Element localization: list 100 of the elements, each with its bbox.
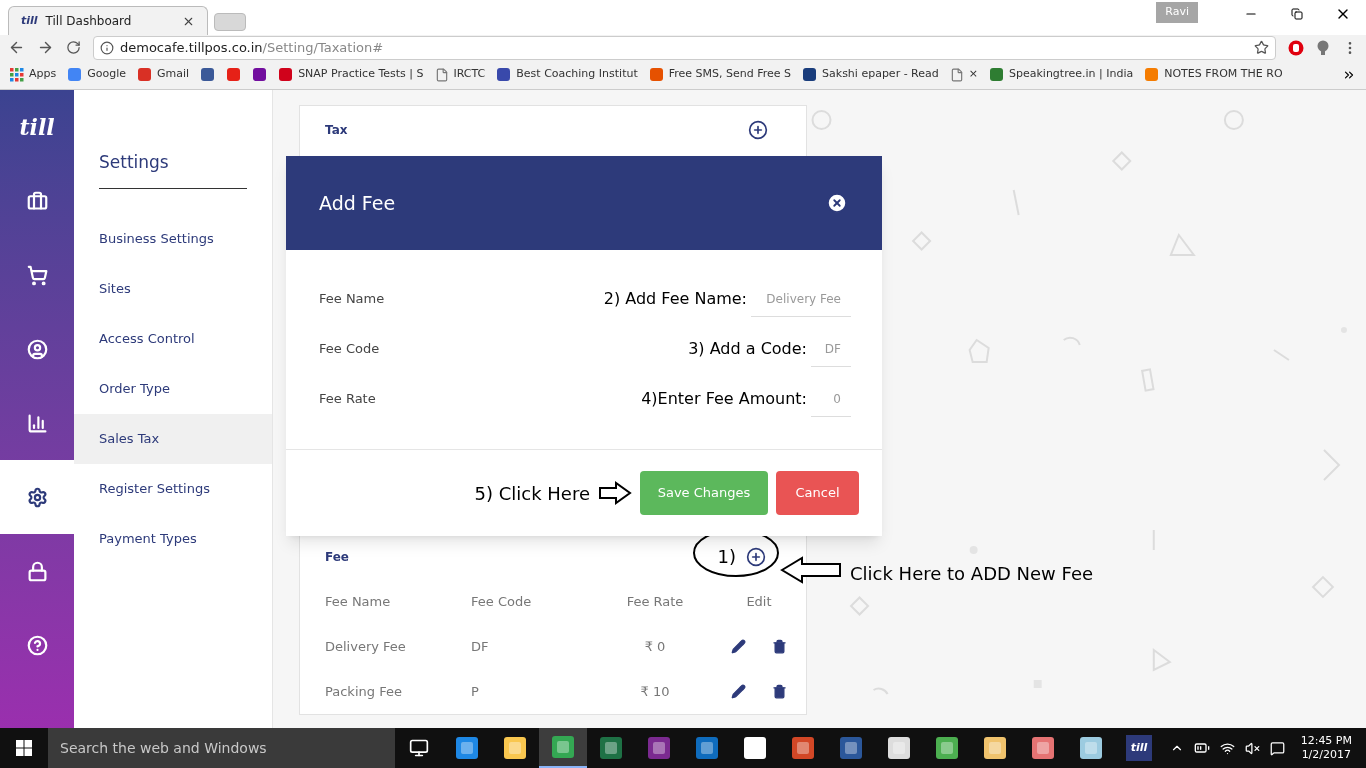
settings-menu-item[interactable]: Access Control [74,313,272,364]
task-view-icon[interactable] [409,738,429,758]
bookmark-item[interactable]: NOTES FROM THE RO [1144,66,1283,83]
bookmark-item[interactable]: Best Coaching Institut [496,66,638,83]
bookmark-icon [496,67,512,82]
bulb-icon[interactable] [1316,39,1330,56]
bookmark-item[interactable]: Speakingtree.in | India [989,66,1134,83]
table-cell-text: Delivery Fee [324,637,407,656]
taskbar-button[interactable]: till [1115,728,1163,768]
nav-rail-item[interactable] [0,460,74,534]
app-icon[interactable] [982,735,1008,761]
delete-icon[interactable] [772,684,787,699]
close-icon[interactable] [826,192,848,214]
table-cell-text: ₹ 10 [639,682,671,701]
add-fee-icon[interactable] [746,546,766,567]
bookmark-item[interactable] [252,67,268,82]
annotation-text: 2) Add Fee Name: [603,288,747,310]
bookmark-icon [67,67,83,82]
app-icon[interactable] [598,735,624,761]
clock-date[interactable]: 1/2/2017 [1301,748,1352,762]
edit-icon[interactable] [731,639,746,654]
app-icon[interactable] [694,735,720,761]
app-icon[interactable] [1030,735,1056,761]
battery-icon[interactable] [1193,740,1210,756]
table-cell-text: P [471,682,480,701]
tax-title: Tax [325,122,348,140]
bookmark-item[interactable]: Google [67,66,127,83]
bookmark-icon [200,67,216,82]
clock-time[interactable]: 12:45 PM [1300,734,1352,748]
annotation-text: 5) Click Here [474,481,590,506]
chart-icon [26,412,48,434]
bookmark-item[interactable] [226,67,242,82]
cancel-button[interactable]: Cancel [776,471,859,515]
field-label: Fee Rate [319,390,377,409]
settings-title: Settings [99,152,169,172]
column-header: Fee Rate [625,592,685,611]
table-cell-text: ₹ 0 [643,637,667,656]
annotation-arrow [598,481,632,505]
app-icon[interactable] [454,735,480,761]
url-text: democafe.tillpos.co.in/Setting/Taxation# [120,38,385,57]
windows-logo-icon[interactable] [16,740,32,756]
cart-icon [26,264,48,286]
settings-menu-item[interactable]: Payment Types [74,513,272,564]
annotation-text: 3) Add a Code: [688,338,807,360]
settings-menu-item[interactable]: Business Settings [74,213,272,264]
bookmark-item[interactable]: IRCTC [434,66,486,83]
user-icon [26,338,48,360]
settings-menu-item[interactable]: Register Settings [74,463,272,514]
add-tax-icon[interactable] [748,120,768,141]
app-icon[interactable]: till [1126,735,1152,761]
tab-title: Till Dashboard [45,13,133,30]
bookmark-item[interactable]: Sakshi epaper - Read [802,66,939,83]
volume-muted-icon[interactable] [1244,740,1260,756]
app-icon[interactable] [886,735,912,761]
address-bar[interactable]: democafe.tillpos.co.in/Setting/Taxation# [93,35,1276,60]
table-cell-text: DF [471,637,490,656]
column-header: Fee Name [324,592,392,611]
info-icon [100,40,114,55]
step-label: 1) [717,545,736,570]
field-label: Fee Name [319,290,386,309]
app-icon[interactable] [790,735,816,761]
reload-icon[interactable] [66,40,81,55]
forward-icon[interactable] [37,39,54,56]
apps-grid-icon [10,67,24,82]
bookmark-item[interactable]: SNAP Practice Tests | S [278,66,424,83]
back-icon[interactable] [8,39,25,56]
taskbar-search-field[interactable]: Search the web and Windows [48,728,395,768]
bookmark-item[interactable]: Apps [10,66,57,83]
lock-icon [26,560,48,582]
wifi-icon[interactable] [1219,740,1235,756]
bookmark-icon [802,67,818,82]
delete-icon[interactable] [772,639,787,654]
app-icon[interactable] [838,735,864,761]
briefcase-icon [26,190,48,212]
column-header: Edit [745,592,773,611]
field-label: Fee Code [319,340,381,359]
bookmark-icon [137,67,153,82]
edit-icon[interactable] [731,684,746,699]
app-icon[interactable] [934,735,960,761]
settings-menu-item[interactable]: Order Type [74,363,272,414]
bookmark-item[interactable]: × [949,66,978,83]
app-icon[interactable] [1078,735,1104,761]
app-icon[interactable] [502,735,528,761]
stop-sign-icon[interactable] [1288,39,1304,56]
bookmark-icon [989,67,1004,82]
bookmark-item[interactable]: Gmail [137,66,190,83]
star-icon[interactable] [1254,40,1269,55]
browser-tab[interactable]: till Till Dashboard [8,6,208,35]
fee-title: Fee [325,548,349,566]
bookmark-item[interactable]: Free SMS, Send Free S [648,66,792,83]
column-header: Fee Code [471,592,533,611]
bookmark-icon [278,67,294,82]
settings-menu-item[interactable]: Sites [74,263,272,314]
notifications-icon[interactable] [1269,740,1285,756]
app-icon[interactable] [742,735,768,761]
help-icon [26,634,48,656]
settings-menu-item[interactable]: Sales Tax [74,413,272,464]
dialog-title: Add Fee [319,190,396,216]
bookmark-item[interactable] [200,67,216,82]
restore-icon[interactable] [1291,8,1303,20]
